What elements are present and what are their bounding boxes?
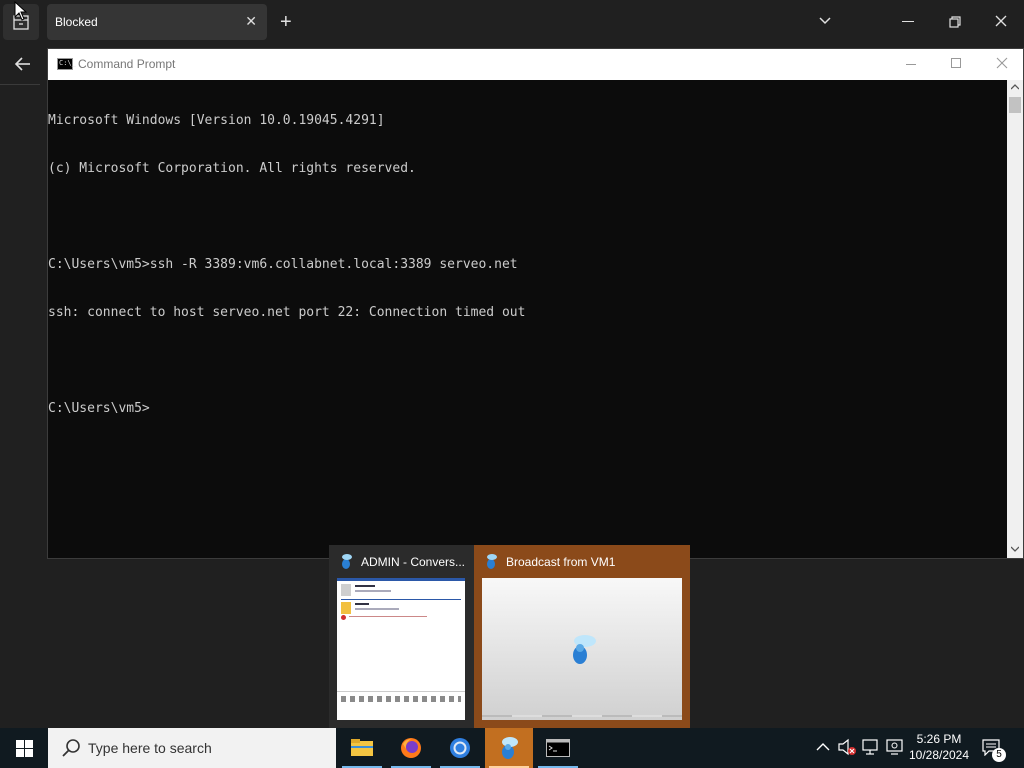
back-area: [0, 44, 47, 84]
taskbar-file-explorer[interactable]: [338, 728, 386, 768]
command-prompt-window[interactable]: C:\_ Command Prompt Microsoft Windows [V…: [47, 48, 1024, 559]
taskbar-thumbnail-previews: ADMIN - Convers... Broadcast from VM1: [329, 545, 690, 728]
divider: [341, 599, 461, 600]
scroll-down-icon[interactable]: [1011, 546, 1019, 552]
clock-date: 10/28/2024: [908, 748, 970, 762]
cmd-minimize-button[interactable]: [906, 64, 916, 65]
divider: [0, 84, 40, 85]
volume-muted-icon[interactable]: [838, 738, 856, 756]
mouse-cursor-icon: [14, 1, 28, 21]
chat-header-bar: [337, 578, 465, 581]
messenger-icon: [487, 554, 497, 569]
console-line: Microsoft Windows [Version 10.0.19045.42…: [48, 113, 385, 128]
chat-toolbar: [341, 696, 461, 702]
chat-line: [355, 590, 391, 592]
cmd-window-title: Command Prompt: [78, 57, 176, 71]
preview-admin-conversation[interactable]: ADMIN - Convers...: [329, 545, 473, 728]
cmd-title-bar[interactable]: C:\_ Command Prompt: [48, 49, 1023, 80]
chevron-up-icon[interactable]: [816, 742, 830, 752]
notification-count-badge: 5: [992, 748, 1006, 762]
avatar: [341, 584, 351, 596]
scrollbar-thumb[interactable]: [1009, 97, 1021, 113]
taskbar-clock[interactable]: 5:26 PM 10/28/2024: [904, 731, 974, 763]
taskbar-firefox[interactable]: [387, 728, 435, 768]
console-prompt-line: C:\Users\vm5>: [48, 401, 150, 416]
taskbar-chrome[interactable]: [436, 728, 484, 768]
search-placeholder: Type here to search: [88, 740, 212, 756]
windows-start-icon[interactable]: [16, 740, 33, 757]
divider: [337, 691, 465, 692]
search-icon: [62, 739, 80, 757]
minimize-button[interactable]: [902, 21, 914, 22]
new-tab-button[interactable]: +: [280, 12, 292, 32]
console-output[interactable]: Microsoft Windows [Version 10.0.19045.42…: [48, 80, 1008, 559]
chevron-down-icon[interactable]: [818, 14, 832, 28]
chrome-icon: [450, 738, 470, 758]
messenger-icon: [502, 737, 518, 759]
back-arrow-icon[interactable]: [14, 56, 32, 72]
taskbar-command-prompt[interactable]: [534, 728, 582, 768]
error-icon: [341, 615, 346, 620]
messenger-icon: [342, 554, 352, 569]
preview-broadcast-vm1[interactable]: Broadcast from VM1: [474, 545, 690, 728]
chat-line: [349, 616, 427, 617]
command-prompt-icon: C:\_: [57, 58, 76, 70]
messenger-logo-icon: [573, 635, 596, 664]
chat-line: [355, 608, 399, 610]
console-line: ssh: connect to host serveo.net port 22:…: [48, 305, 526, 320]
clock-time: 5:26 PM: [916, 732, 962, 746]
console-line: (c) Microsoft Corporation. All rights re…: [48, 161, 416, 176]
chat-line: [355, 585, 375, 587]
chat-line: [355, 603, 369, 605]
preview-thumbnail: [337, 578, 465, 720]
preview-title: ADMIN - Convers...: [361, 555, 466, 569]
firefox-icon: [401, 738, 421, 758]
vertical-scrollbar[interactable]: [1007, 80, 1023, 558]
cmd-maximize-button[interactable]: [951, 58, 961, 68]
taskbar: Type here to search 5:26 PM 10/28/2024 5: [0, 728, 1024, 768]
console-line: C:\Users\vm5>ssh -R 3389:vm6.collabnet.l…: [48, 257, 518, 272]
tab-blocked[interactable]: Blocked ✕: [47, 4, 267, 40]
taskbar-messenger[interactable]: [485, 728, 533, 768]
restore-button[interactable]: [948, 15, 962, 29]
network-icon[interactable]: [862, 738, 880, 756]
browser-tab-bar: Blocked ✕ +: [0, 0, 1024, 44]
scroll-up-icon[interactable]: [1011, 84, 1019, 90]
preview-title: Broadcast from VM1: [506, 555, 616, 569]
display-icon[interactable]: [886, 738, 904, 756]
tab-title: Blocked: [55, 15, 98, 29]
progress-strip: [482, 715, 682, 717]
preview-thumbnail: [482, 578, 682, 720]
command-prompt-icon: [546, 739, 570, 757]
avatar: [341, 602, 351, 614]
tab-close-icon[interactable]: ✕: [245, 13, 257, 29]
close-button[interactable]: [994, 14, 1008, 28]
taskbar-search-box[interactable]: Type here to search: [48, 728, 336, 768]
cmd-close-button[interactable]: [996, 57, 1008, 69]
file-explorer-icon: [351, 739, 373, 756]
